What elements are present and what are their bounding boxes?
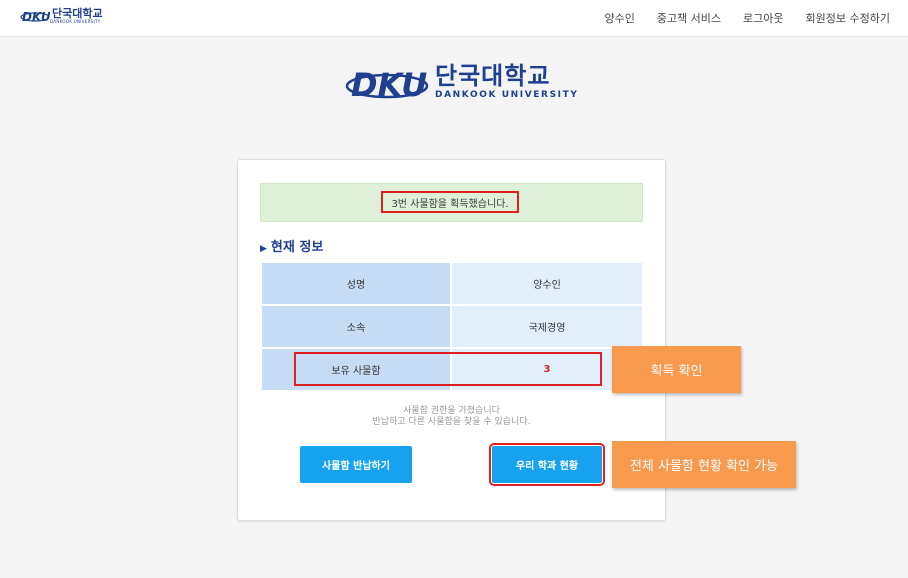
hero-logo: DKU 단국대학교 DANKOOK UNIVERSITY	[345, 62, 578, 102]
svg-text:DKU: DKU	[22, 10, 50, 23]
hero-logo-korean: 단국대학교	[435, 62, 551, 90]
nav-edit-profile[interactable]: 회원정보 수정하기	[806, 10, 890, 26]
name-label: 성명	[262, 263, 450, 304]
table-row: 소속 국제경영	[262, 306, 642, 347]
return-locker-button[interactable]: 사물함 반납하기	[300, 446, 412, 483]
department-label: 소속	[262, 306, 450, 347]
notice-line-2: 반납하고 다른 사물함을 찾을 수 있습니다.	[372, 417, 531, 427]
top-logo[interactable]: DKU 단국대학교 DANKOOK UNIVERSITY	[20, 8, 103, 24]
dku-logo-icon: DKU	[345, 66, 429, 102]
svg-text:DKU: DKU	[351, 66, 427, 102]
top-logo-english: DANKOOK UNIVERSITY	[50, 19, 101, 24]
table-row: 성명 양수인	[262, 263, 642, 304]
section-title-text: 현재 정보	[270, 240, 324, 255]
hero-logo-english: DANKOOK UNIVERSITY	[435, 90, 579, 100]
overall-status-callout: 전체 사물함 현황 확인 가능	[612, 441, 796, 488]
dku-logo-icon: DKU	[20, 10, 50, 23]
acquire-check-callout: 획득 확인	[612, 346, 741, 393]
nav-menu: 양수인 중고책 서비스 로그아웃 회원정보 수정하기	[604, 0, 890, 36]
nav-user-name[interactable]: 양수인	[604, 10, 634, 26]
department-value: 국제경영	[452, 306, 642, 347]
notice-line-1: 사물함 권한을 가졌습니다	[403, 406, 500, 416]
department-status-button[interactable]: 우리 학과 현황	[489, 443, 605, 486]
top-navbar: DKU 단국대학교 DANKOOK UNIVERSITY 양수인 중고책 서비스…	[0, 0, 908, 37]
nav-logout[interactable]: 로그아웃	[743, 10, 783, 26]
top-logo-korean: 단국대학교	[52, 7, 103, 20]
owned-locker-highlight	[294, 352, 602, 386]
notice-text: 사물함 권한을 가졌습니다 반납하고 다른 사물함을 찾을 수 있습니다.	[238, 406, 665, 428]
section-title: ▶ 현재 정보	[260, 236, 323, 255]
success-alert: 3번 사물함을 획득했습니다.	[260, 183, 643, 222]
locker-info-card: 3번 사물함을 획득했습니다. ▶ 현재 정보 성명 양수인 소속 국제경영 보유…	[237, 159, 666, 521]
name-value: 양수인	[452, 263, 642, 304]
caret-right-icon: ▶	[260, 244, 267, 254]
nav-used-books[interactable]: 중고책 서비스	[657, 10, 721, 26]
alert-message: 3번 사물함을 획득했습니다.	[381, 191, 519, 213]
